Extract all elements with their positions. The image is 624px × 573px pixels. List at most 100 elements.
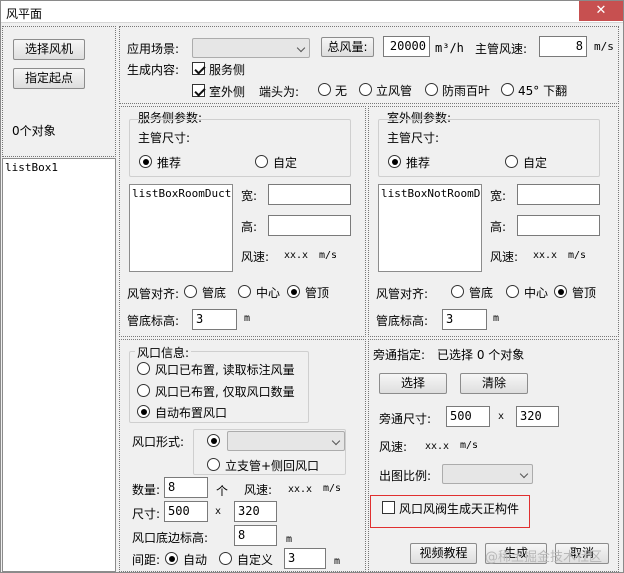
bypass-scale-label: 出图比例: xyxy=(379,469,432,483)
outdoor-align-top-radio[interactable] xyxy=(554,285,567,298)
outlet-form-label: 风口形式: xyxy=(132,435,185,449)
outlet-read-count-label: 风口已布置, 仅取风口数量 xyxy=(155,385,295,399)
outlet-elev-input[interactable]: 8 xyxy=(234,525,277,546)
bypass-size-w-input[interactable]: 500 xyxy=(446,406,490,427)
end-45-radio[interactable] xyxy=(501,83,514,96)
outdoor-side-label: 室外侧 xyxy=(209,85,246,99)
end-louver-radio[interactable] xyxy=(425,83,438,96)
outdoor-main-size-label: 主管尺寸: xyxy=(387,131,440,145)
spacing-auto-radio[interactable] xyxy=(165,552,178,565)
outlet-read-count-radio[interactable] xyxy=(137,384,150,397)
outlet-read-annot-label: 风口已布置, 读取标注风量 xyxy=(155,363,295,377)
outdoor-width-label: 宽: xyxy=(490,189,507,203)
outdoor-custom-radio[interactable] xyxy=(505,155,518,168)
bypass-select-button[interactable]: 选择 xyxy=(379,373,447,394)
service-recommend-radio[interactable] xyxy=(139,155,152,168)
outlet-size-w-input[interactable]: 500 xyxy=(164,501,208,522)
outlet-form-side-label: 立支管+侧回风口 xyxy=(225,459,320,473)
service-speed-label: 风速: xyxy=(241,250,270,264)
bypass-size-h-input[interactable]: 320 xyxy=(516,406,559,427)
service-elev-input[interactable]: 3 xyxy=(192,309,237,330)
service-side-checkbox[interactable] xyxy=(192,62,205,75)
outdoor-speed-value: xx.x xyxy=(533,250,558,261)
outdoor-custom-label: 自定 xyxy=(523,156,548,170)
outlet-form-select[interactable] xyxy=(227,431,345,451)
end-riser-radio[interactable] xyxy=(359,83,372,96)
outlet-elev-unit: m xyxy=(286,534,293,545)
scene-select[interactable] xyxy=(192,38,310,58)
service-align-top-radio[interactable] xyxy=(287,285,300,298)
outdoor-elev-input[interactable]: 3 xyxy=(442,309,487,330)
end-louver-label: 防雨百叶 xyxy=(442,84,491,98)
bypass-label: 旁通指定: xyxy=(373,348,426,362)
bypass-selected-text: 已选择 0 个对象 xyxy=(437,348,525,362)
outdoor-side-checkbox[interactable] xyxy=(192,84,205,97)
outdoor-speed-label: 风速: xyxy=(490,250,519,264)
service-elev-label: 管底标高: xyxy=(127,314,180,328)
service-align-bottom-label: 管底 xyxy=(202,286,227,300)
bypass-speed-value: xx.x xyxy=(425,441,450,452)
service-align-top-label: 管顶 xyxy=(305,286,330,300)
service-custom-radio[interactable] xyxy=(255,155,268,168)
end-none-radio[interactable] xyxy=(318,83,331,96)
spacing-unit: m xyxy=(334,556,341,567)
main-speed-unit: m/s xyxy=(594,40,614,53)
service-elev-unit: m xyxy=(244,313,251,324)
fan-listbox[interactable]: listBox1 xyxy=(2,158,116,572)
valve-checkbox-label: 风口风阀生成天正构件 xyxy=(399,502,520,516)
outlet-count-unit: 个 xyxy=(216,484,229,498)
outdoor-align-top-label: 管顶 xyxy=(572,286,597,300)
fan-listbox-label: listBox1 xyxy=(5,161,58,174)
outlet-speed-unit: m/s xyxy=(323,483,342,494)
bypass-scale-select[interactable] xyxy=(442,464,533,484)
service-align-center-radio[interactable] xyxy=(238,285,251,298)
outlet-count-label: 数量: xyxy=(132,483,161,497)
gen-content-label: 生成内容: xyxy=(127,63,180,77)
total-air-button[interactable]: 总风量: xyxy=(321,37,374,57)
main-speed-label: 主管风速: xyxy=(475,42,528,56)
service-width-input[interactable] xyxy=(268,184,351,205)
spacing-input[interactable]: 3 xyxy=(284,548,326,569)
close-button[interactable]: ✕ xyxy=(579,1,623,21)
total-air-input[interactable]: 20000 xyxy=(383,36,430,57)
service-align-center-label: 中心 xyxy=(256,286,281,300)
set-start-button[interactable]: 指定起点 xyxy=(13,68,85,89)
outlet-form-combo-radio[interactable] xyxy=(207,434,220,447)
service-height-input[interactable] xyxy=(268,215,351,236)
service-duct-listbox[interactable]: listBoxRoomDuctSi xyxy=(129,184,233,272)
spacing-custom-radio[interactable] xyxy=(219,552,232,565)
outdoor-width-input[interactable] xyxy=(517,184,600,205)
watermark-text: @稀土掘金技术社区 xyxy=(485,550,603,565)
outdoor-elev-label: 管底标高: xyxy=(376,314,429,328)
outlet-size-h-input[interactable]: 320 xyxy=(234,501,277,522)
valve-checkbox[interactable] xyxy=(382,501,395,514)
outlet-auto-radio[interactable] xyxy=(137,405,150,418)
main-speed-input[interactable]: 8 xyxy=(539,36,587,57)
outlet-form-side-radio[interactable] xyxy=(207,458,220,471)
outlet-elev-label: 风口底边标高: xyxy=(132,531,209,545)
bypass-clear-button[interactable]: 清除 xyxy=(460,373,528,394)
outdoor-duct-listbox[interactable]: listBoxNotRoomDuct xyxy=(378,184,482,272)
outlet-auto-label: 自动布置风口 xyxy=(155,406,228,420)
outdoor-align-label: 风管对齐: xyxy=(376,287,429,301)
outlet-speed-label: 风速: xyxy=(244,483,273,497)
outdoor-align-bottom-radio[interactable] xyxy=(451,285,464,298)
service-align-bottom-radio[interactable] xyxy=(184,285,197,298)
service-custom-label: 自定 xyxy=(273,156,298,170)
outlet-info-title: 风口信息: xyxy=(135,344,192,361)
select-fan-button[interactable]: 选择风机 xyxy=(13,39,85,60)
outdoor-align-center-radio[interactable] xyxy=(506,285,519,298)
service-side-label: 服务侧 xyxy=(209,63,246,77)
video-tutorial-button[interactable]: 视频教程 xyxy=(410,543,477,564)
outlet-spacing-label: 间距: xyxy=(132,553,161,567)
outlet-read-annot-radio[interactable] xyxy=(137,362,150,375)
bypass-speed-unit: m/s xyxy=(460,440,479,451)
outdoor-height-input[interactable] xyxy=(517,215,600,236)
dialog-window: 风平面 ✕ 选择风机 指定起点 0个对象 listBox1 应用场景: 总风量:… xyxy=(0,0,624,573)
window-title: 风平面 xyxy=(6,7,43,21)
outlet-count-input[interactable]: 8 xyxy=(164,477,208,498)
service-speed-unit: m/s xyxy=(319,250,338,261)
outdoor-height-label: 高: xyxy=(490,220,507,234)
outdoor-recommend-radio[interactable] xyxy=(388,155,401,168)
outdoor-speed-unit: m/s xyxy=(568,250,587,261)
